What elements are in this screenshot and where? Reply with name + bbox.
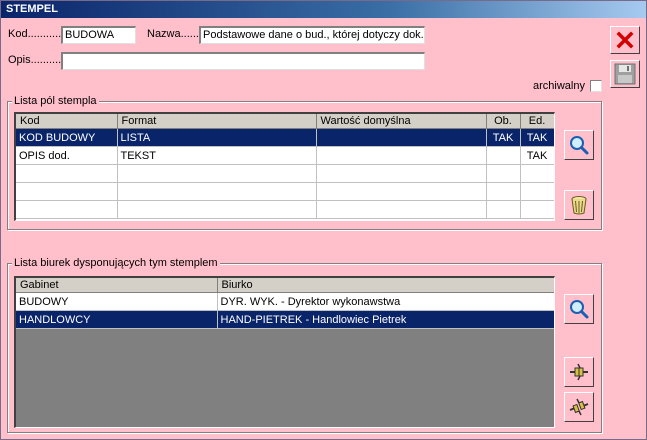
col-kod[interactable]: Kod bbox=[16, 114, 118, 129]
cell-wartosc[interactable] bbox=[316, 200, 487, 219]
kod-field[interactable]: BUDOWA bbox=[61, 26, 136, 44]
archiwalny-label: archiwalny bbox=[533, 80, 585, 92]
cell-wartosc[interactable] bbox=[316, 146, 487, 165]
close-x-icon bbox=[616, 31, 634, 49]
table-row[interactable] bbox=[16, 182, 554, 201]
cell-format: LISTA bbox=[117, 128, 317, 147]
cell-kod bbox=[16, 182, 118, 201]
cell-biurko: DYR. WYK. - Dyrektor wykonawstwa bbox=[217, 292, 554, 311]
save-button[interactable] bbox=[610, 60, 640, 88]
col-ob[interactable]: Ob. bbox=[486, 114, 521, 129]
cell-wartosc[interactable] bbox=[316, 164, 487, 183]
table-row[interactable]: KOD BUDOWY LISTA TAK TAK bbox=[16, 128, 554, 147]
plug-connect-icon bbox=[570, 363, 588, 381]
cell-biurko: HAND-PIETREK - Handlowiec Pietrek bbox=[217, 310, 554, 329]
cell-gabinet: HANDLOWCY bbox=[16, 310, 218, 329]
cell-ob bbox=[486, 146, 521, 165]
cell-ob bbox=[486, 200, 521, 219]
cell-kod: OPIS dod. bbox=[16, 146, 118, 165]
col-wartosc[interactable]: Wartość domyślna bbox=[316, 114, 487, 129]
nazwa-label: Nazwa....... bbox=[147, 28, 203, 40]
fields-table: Kod Format Wartość domyślna Ob. Ed. KOD … bbox=[16, 114, 554, 219]
attach-office-button[interactable] bbox=[564, 357, 594, 387]
fields-delete-button[interactable] bbox=[564, 190, 594, 220]
detach-office-button[interactable] bbox=[564, 392, 594, 422]
plug-disconnect-icon bbox=[569, 398, 589, 416]
table-row[interactable]: OPIS dod. TEKST TAK bbox=[16, 146, 554, 165]
magnifier-icon bbox=[570, 300, 589, 319]
trash-bin-icon bbox=[571, 196, 587, 215]
cell-format: TEKST bbox=[117, 146, 317, 165]
window-title: STEMPEL bbox=[1, 1, 646, 18]
table-row[interactable] bbox=[16, 164, 554, 183]
col-format[interactable]: Format bbox=[117, 114, 317, 129]
col-biurko[interactable]: Biurko bbox=[217, 278, 554, 293]
cell-format bbox=[117, 164, 317, 183]
table-row[interactable]: HANDLOWCY HAND-PIETREK - Handlowiec Piet… bbox=[16, 310, 554, 329]
fields-group-title: Lista pól stempla bbox=[12, 94, 99, 108]
magnifier-icon bbox=[570, 136, 589, 155]
fields-grid[interactable]: Kod Format Wartość domyślna Ob. Ed. KOD … bbox=[14, 112, 555, 221]
cell-wartosc[interactable] bbox=[316, 182, 487, 201]
fields-search-button[interactable] bbox=[564, 130, 594, 160]
cell-kod bbox=[16, 200, 118, 219]
cell-kod: KOD BUDOWY bbox=[16, 128, 118, 147]
offices-group-title: Lista biurek dysponujących tym stemplem bbox=[12, 256, 220, 270]
cell-ob bbox=[486, 182, 521, 201]
kod-label: Kod........... bbox=[8, 28, 62, 40]
offices-search-button[interactable] bbox=[564, 294, 594, 324]
cell-ed bbox=[520, 200, 554, 219]
floppy-disk-icon bbox=[614, 63, 636, 85]
cell-wartosc[interactable] bbox=[316, 128, 487, 147]
cell-ed: TAK bbox=[520, 128, 554, 147]
cell-ed bbox=[520, 164, 554, 183]
nazwa-field[interactable]: Podstawowe dane o bud., której dotyczy d… bbox=[199, 26, 425, 44]
table-row[interactable] bbox=[16, 200, 554, 219]
cell-format bbox=[117, 182, 317, 201]
col-ed[interactable]: Ed. bbox=[520, 114, 554, 129]
archiwalny-checkbox[interactable] bbox=[590, 80, 602, 92]
opis-field[interactable] bbox=[61, 52, 425, 70]
table-row[interactable]: BUDOWY DYR. WYK. - Dyrektor wykonawstwa bbox=[16, 292, 554, 311]
offices-table: Gabinet Biurko BUDOWY DYR. WYK. - Dyrekt… bbox=[16, 278, 554, 329]
cell-kod bbox=[16, 164, 118, 183]
cell-format bbox=[117, 200, 317, 219]
cell-ob bbox=[486, 164, 521, 183]
fields-header-row: Kod Format Wartość domyślna Ob. Ed. bbox=[16, 114, 554, 129]
cell-gabinet: BUDOWY bbox=[16, 292, 218, 311]
opis-label: Opis........... bbox=[8, 54, 65, 66]
col-gabinet[interactable]: Gabinet bbox=[16, 278, 218, 293]
stempel-window: STEMPEL Kod........... BUDOWA Nazwa.....… bbox=[0, 0, 647, 440]
cell-ed bbox=[520, 182, 554, 201]
close-button[interactable] bbox=[610, 26, 640, 54]
cell-ob: TAK bbox=[486, 128, 521, 147]
offices-header-row: Gabinet Biurko bbox=[16, 278, 554, 293]
cell-ed: TAK bbox=[520, 146, 554, 165]
offices-grid[interactable]: Gabinet Biurko BUDOWY DYR. WYK. - Dyrekt… bbox=[14, 276, 555, 428]
